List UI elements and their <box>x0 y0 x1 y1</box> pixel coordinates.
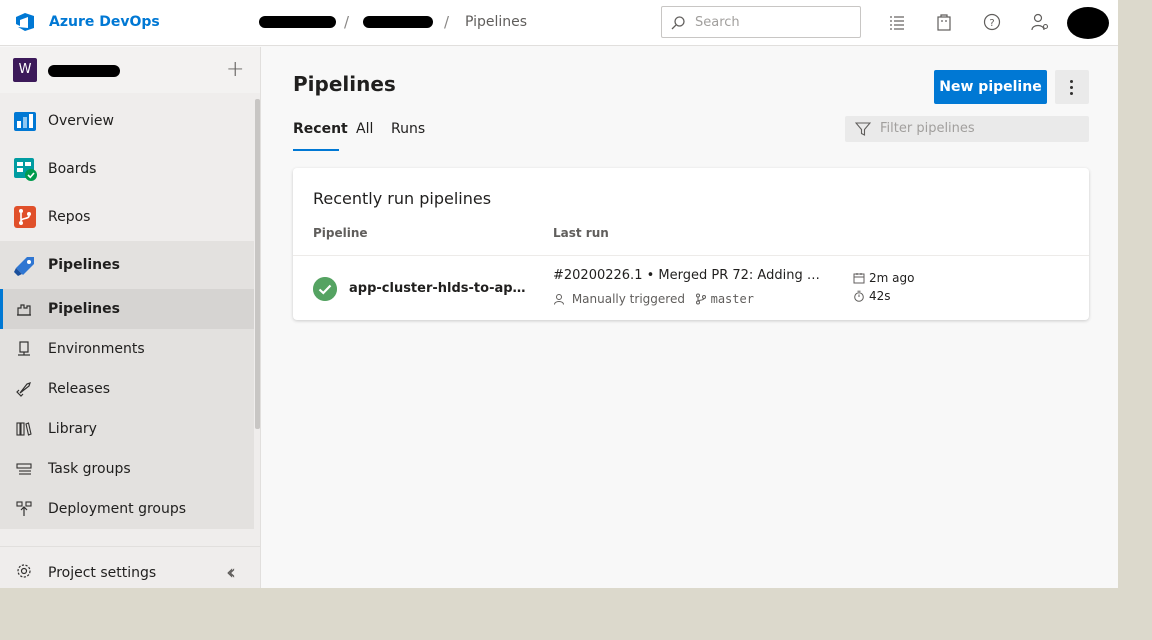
sidebar-subitem-label: Releases <box>48 381 110 397</box>
breadcrumb-current[interactable]: Pipelines <box>465 14 527 30</box>
sidebar-item-boards[interactable]: Boards <box>0 145 254 193</box>
task-groups-icon <box>16 463 32 475</box>
sidebar-scrollbar[interactable] <box>255 99 260 429</box>
run-duration: 42s <box>853 289 891 303</box>
more-dot <box>1070 86 1073 89</box>
sidebar-subitem-task-groups[interactable]: Task groups <box>0 449 254 489</box>
column-header-pipeline: Pipeline <box>313 226 368 240</box>
more-dot <box>1070 80 1073 83</box>
column-header-last-run: Last run <box>553 226 609 240</box>
more-dot <box>1070 92 1073 95</box>
filter-placeholder: Filter pipelines <box>880 121 975 136</box>
sidebar-item-overview[interactable]: Overview <box>0 97 254 145</box>
card-title: Recently run pipelines <box>313 189 492 208</box>
sidebar-subitem-label: Pipelines <box>48 301 120 317</box>
sidebar-subitem-releases[interactable]: Releases <box>0 369 254 409</box>
recent-pipelines-card: Recently run pipelines Pipeline Last run… <box>293 168 1089 320</box>
more-actions-button[interactable] <box>1055 70 1089 104</box>
run-title[interactable]: #20200226.1 • Merged PR 72: Adding ne... <box>553 268 825 283</box>
tab-all[interactable]: All <box>356 121 373 137</box>
project-settings-label: Project settings <box>48 565 157 581</box>
run-meta: Manually triggered master <box>553 292 754 306</box>
breadcrumb-separator: / <box>444 13 450 31</box>
branch-name: master <box>710 292 754 306</box>
sidebar-subitem-label: Library <box>48 421 97 437</box>
breadcrumb-org-redacted[interactable] <box>259 16 336 28</box>
repos-icon <box>14 206 36 228</box>
sidebar-item-label: Boards <box>48 161 97 177</box>
collapse-sidebar-icon[interactable]: ‹‹ <box>226 560 236 584</box>
brand-name[interactable]: Azure DevOps <box>49 14 160 30</box>
search-icon <box>671 16 685 30</box>
time-ago-text: 2m ago <box>869 271 915 285</box>
marketplace-bag-icon[interactable] <box>934 12 954 32</box>
help-icon[interactable]: ? <box>982 12 1002 32</box>
sidebar-divider <box>0 546 260 547</box>
releases-icon <box>16 382 31 397</box>
sidebar-item-label: Repos <box>48 209 91 225</box>
person-icon <box>554 294 564 305</box>
pipelines-icon <box>14 257 34 276</box>
page-title: Pipelines <box>293 72 396 96</box>
sidebar-subitem-label: Environments <box>48 341 145 357</box>
project-settings-link[interactable]: Project settings ‹‹ <box>0 552 260 588</box>
sidebar-subitem-library[interactable]: Library <box>0 409 254 449</box>
search-placeholder: Search <box>695 15 740 30</box>
active-tab-indicator <box>293 149 339 151</box>
user-settings-icon[interactable] <box>1030 12 1050 32</box>
boards-icon <box>14 158 37 181</box>
sidebar: W + Overview Boards Repos Pipelines Pipe… <box>0 47 261 588</box>
run-time-ago: 2m ago <box>853 271 914 285</box>
pipeline-name[interactable]: app-cluster-hlds-to-app-... <box>349 281 533 296</box>
project-header[interactable]: W + <box>0 47 260 93</box>
sidebar-item-pipelines[interactable]: Pipelines <box>0 241 254 289</box>
duration-text: 42s <box>869 289 891 303</box>
overview-icon <box>14 112 36 131</box>
new-pipeline-button[interactable]: New pipeline <box>934 70 1047 104</box>
environments-icon <box>18 341 30 356</box>
sidebar-nav: Overview Boards Repos Pipelines Pipeline… <box>0 97 254 529</box>
search-input[interactable]: Search <box>661 6 861 38</box>
sidebar-subitem-deployment-groups[interactable]: Deployment groups <box>0 489 254 529</box>
sidebar-item-label: Overview <box>48 113 114 129</box>
azure-devops-logo-icon[interactable] <box>14 11 36 33</box>
svg-text:?: ? <box>989 18 994 29</box>
library-icon <box>16 422 32 436</box>
top-bar: Azure DevOps / / Pipelines Search ? <box>0 0 1118 46</box>
success-status-icon <box>313 277 337 301</box>
tab-runs[interactable]: Runs <box>391 121 425 137</box>
filter-icon <box>855 122 871 136</box>
stopwatch-icon <box>854 290 864 302</box>
table-row[interactable]: app-cluster-hlds-to-app-... #20200226.1 … <box>293 256 1089 320</box>
task-list-icon[interactable] <box>887 12 907 32</box>
pipelines-sub-icon <box>17 304 31 316</box>
branch-icon <box>695 293 706 305</box>
project-avatar: W <box>13 58 37 82</box>
gear-icon <box>17 564 31 578</box>
filter-pipelines-input[interactable]: Filter pipelines <box>845 116 1089 142</box>
sidebar-subitem-pipelines[interactable]: Pipelines <box>0 289 254 329</box>
tab-recent[interactable]: Recent <box>293 121 348 137</box>
sidebar-subitem-environments[interactable]: Environments <box>0 329 254 369</box>
avatar[interactable] <box>1067 7 1109 39</box>
sidebar-item-label: Pipelines <box>48 257 120 273</box>
sidebar-item-repos[interactable]: Repos <box>0 193 254 241</box>
app-window: Azure DevOps / / Pipelines Search ? W + … <box>0 0 1118 588</box>
project-name-redacted <box>48 65 120 77</box>
breadcrumb-project-redacted[interactable] <box>363 16 433 28</box>
trigger-text: Manually triggered <box>571 292 685 306</box>
sidebar-subitem-label: Deployment groups <box>48 501 187 517</box>
breadcrumb-separator: / <box>344 13 350 31</box>
sidebar-subitem-label: Task groups <box>48 461 131 477</box>
new-item-plus-icon[interactable]: + <box>226 57 244 82</box>
deployment-groups-icon <box>16 501 32 516</box>
calendar-icon <box>853 273 865 284</box>
